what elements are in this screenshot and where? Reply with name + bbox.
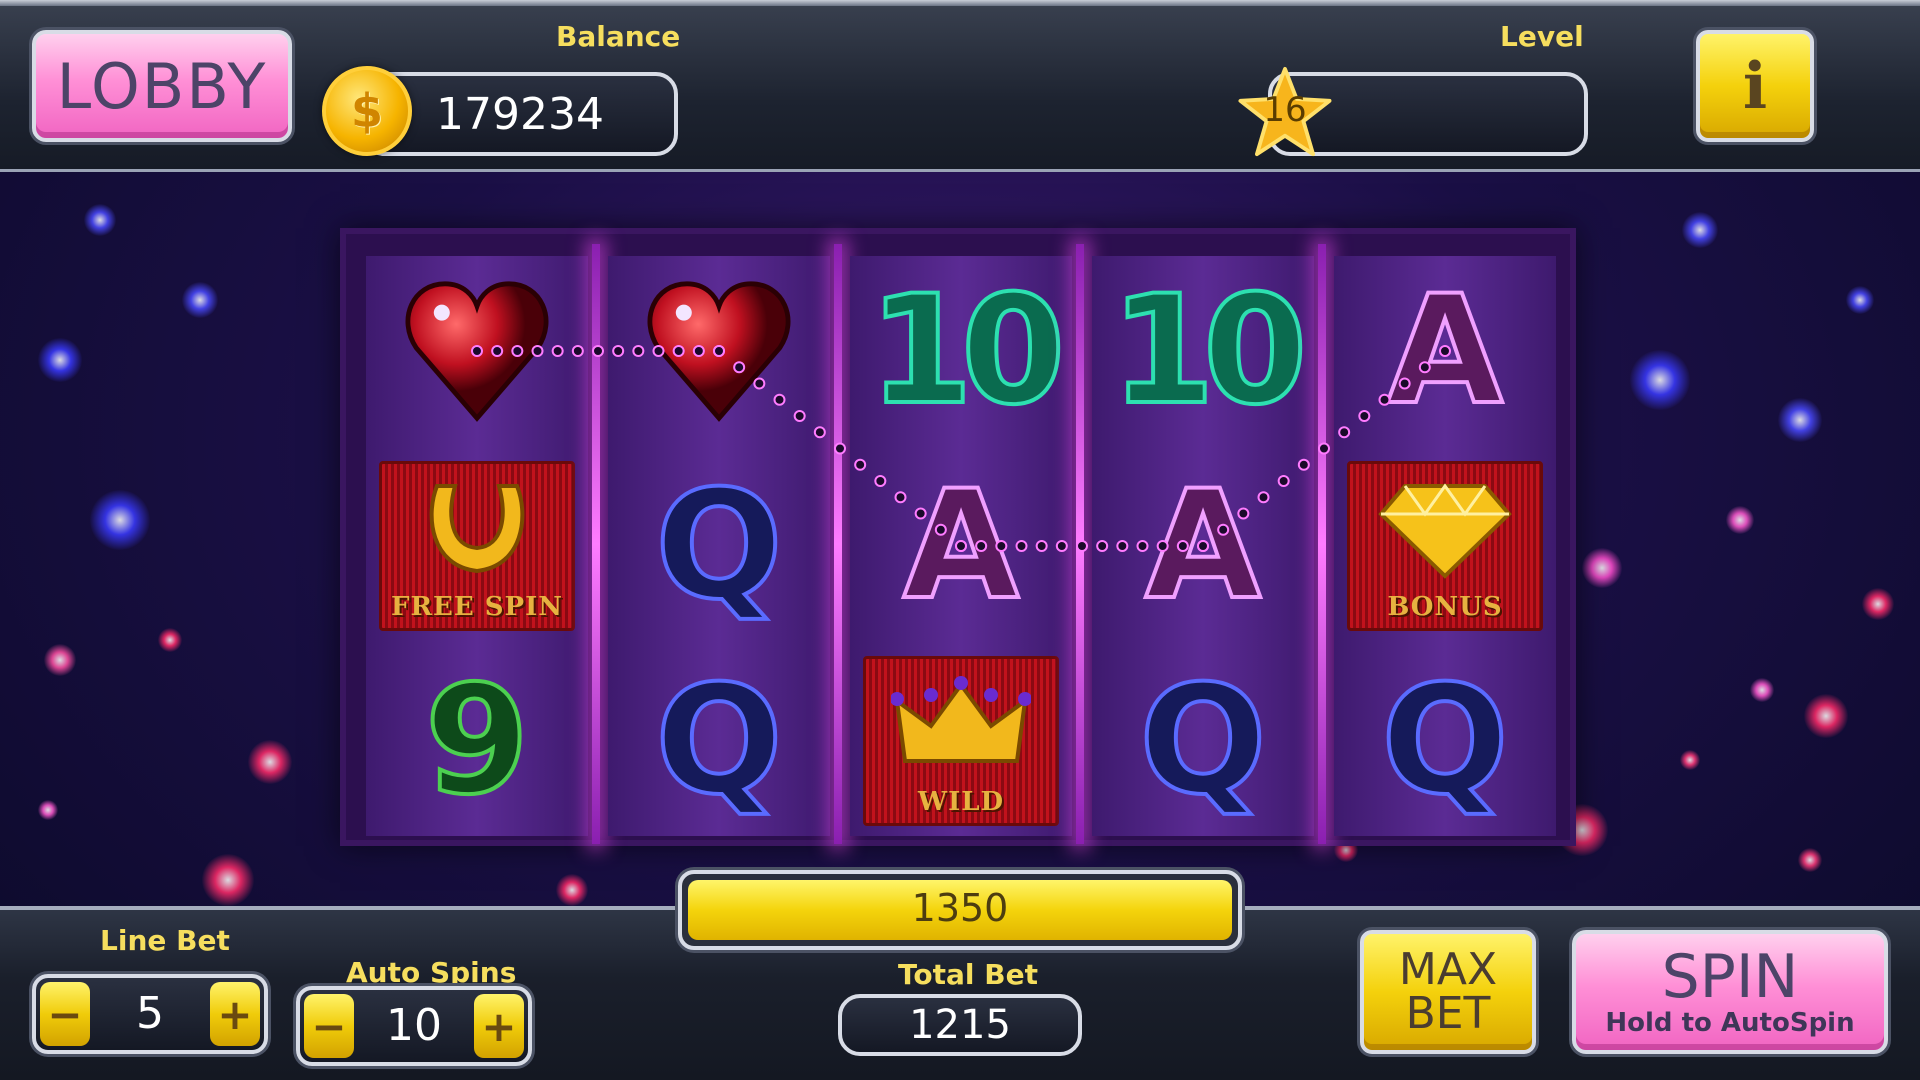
auto-spins-value: 10	[386, 1000, 442, 1051]
background-particle	[1798, 848, 1822, 872]
bonus-tile: BONUS	[1347, 461, 1543, 631]
total-bet-display: 1215	[838, 994, 1082, 1056]
balance-label: Balance	[556, 20, 681, 53]
reel-4: 10 A Q	[1092, 256, 1314, 836]
line-bet-increase-button[interactable]: +	[210, 982, 260, 1046]
ten-glyph: 10	[867, 262, 1068, 440]
line-bet-value: 5	[136, 988, 164, 1039]
ace-glyph: A	[1143, 457, 1263, 635]
total-bet-value: 1215	[909, 1002, 1011, 1048]
background-particle	[556, 874, 588, 906]
symbol-nine: 9	[366, 646, 588, 836]
info-button[interactable]: i	[1696, 30, 1814, 142]
horseshoe-icon	[429, 484, 525, 574]
symbol-ace: A	[850, 451, 1072, 641]
spin-button[interactable]: SPIN Hold to AutoSpin	[1572, 930, 1888, 1054]
reel-divider	[1318, 244, 1326, 844]
symbol-free-spin: FREE SPIN	[366, 451, 588, 641]
level-value: 16	[1263, 90, 1307, 130]
background-particle	[158, 628, 182, 652]
reel-frame: FREE SPIN 9 Q Q 10 A WILD 10 A Q A BONUS…	[340, 228, 1576, 846]
symbol-ten: 10	[1092, 256, 1314, 446]
max-bet-label: MAX BET	[1398, 944, 1498, 1039]
heart-icon	[647, 281, 791, 422]
level-label: Level	[1500, 20, 1584, 53]
background-particle	[1630, 350, 1690, 410]
info-icon: i	[1742, 48, 1768, 124]
lobby-button[interactable]: LOBBY	[32, 30, 292, 142]
heart-icon	[405, 281, 549, 422]
free-spin-label: FREE SPIN	[390, 592, 563, 622]
ace-glyph: A	[901, 457, 1021, 635]
diamond-icon	[1378, 483, 1512, 579]
spin-label: SPIN	[1661, 942, 1799, 1012]
symbol-queen: Q	[608, 451, 830, 641]
auto-spins-stepper: − 10 +	[296, 986, 532, 1066]
symbol-wild: WILD	[850, 646, 1072, 836]
coin-symbol: $	[350, 84, 383, 138]
background-particle	[1862, 588, 1894, 620]
bonus-label: BONUS	[1387, 592, 1503, 622]
slot-game-screen: LOBBY Balance 179234 $ Level 16 i FREE S…	[0, 0, 1920, 1080]
lobby-button-label: LOBBY	[56, 49, 268, 123]
win-meter: 1350	[678, 870, 1242, 950]
free-spin-tile: FREE SPIN	[379, 461, 575, 631]
background-particle	[1680, 750, 1700, 770]
background-particle	[38, 338, 82, 382]
line-bet-stepper: − 5 +	[32, 974, 268, 1054]
symbol-heart	[608, 256, 830, 446]
coin-icon: $	[322, 66, 412, 156]
symbol-ace: A	[1334, 256, 1556, 446]
symbol-heart	[366, 256, 588, 446]
reel-1: FREE SPIN 9	[366, 256, 588, 836]
symbol-ten: 10	[850, 256, 1072, 446]
background-particle	[1726, 506, 1754, 534]
symbol-queen: Q	[1334, 646, 1556, 836]
background-particle	[202, 854, 254, 906]
reel-2: Q Q	[608, 256, 830, 836]
queen-glyph: Q	[653, 652, 785, 830]
queen-glyph: Q	[653, 457, 785, 635]
auto-spins-decrease-button[interactable]: −	[304, 994, 354, 1058]
ten-glyph: 10	[1109, 262, 1310, 440]
background-particle	[44, 644, 76, 676]
symbol-ace: A	[1092, 451, 1314, 641]
reel-5: A BONUS Q	[1334, 256, 1556, 836]
background-particle	[84, 204, 116, 236]
symbol-queen: Q	[608, 646, 830, 836]
background-particle	[90, 490, 150, 550]
auto-spins-label: Auto Spins	[346, 956, 517, 989]
crown-icon	[891, 676, 1031, 763]
background-particle	[182, 282, 218, 318]
reel-3: 10 A WILD	[850, 256, 1072, 836]
reel-divider	[834, 244, 842, 844]
wild-label: WILD	[917, 787, 1005, 817]
queen-glyph: Q	[1379, 652, 1511, 830]
spin-hint-label: Hold to AutoSpin	[1605, 1008, 1855, 1038]
ace-glyph: A	[1385, 262, 1505, 440]
background-particle	[1750, 678, 1774, 702]
background-particle	[38, 800, 58, 820]
total-bet-label: Total Bet	[898, 958, 1038, 991]
wild-tile: WILD	[863, 656, 1059, 826]
max-bet-button[interactable]: MAX BET	[1360, 930, 1536, 1054]
symbol-queen: Q	[1092, 646, 1314, 836]
background-particle	[1804, 694, 1848, 738]
auto-spins-increase-button[interactable]: +	[474, 994, 524, 1058]
symbol-bonus: BONUS	[1334, 451, 1556, 641]
nine-glyph: 9	[423, 652, 531, 830]
reel-divider	[592, 244, 600, 844]
reel-divider	[1076, 244, 1084, 844]
background-particle	[248, 740, 292, 784]
balance-value: 179234	[436, 88, 604, 140]
line-bet-decrease-button[interactable]: −	[40, 982, 90, 1046]
background-particle	[1682, 212, 1718, 248]
queen-glyph: Q	[1137, 652, 1269, 830]
background-particle	[1582, 548, 1622, 588]
line-bet-label: Line Bet	[100, 924, 230, 957]
win-value: 1350	[911, 886, 1009, 930]
background-particle	[1846, 286, 1874, 314]
background-particle	[1778, 398, 1822, 442]
